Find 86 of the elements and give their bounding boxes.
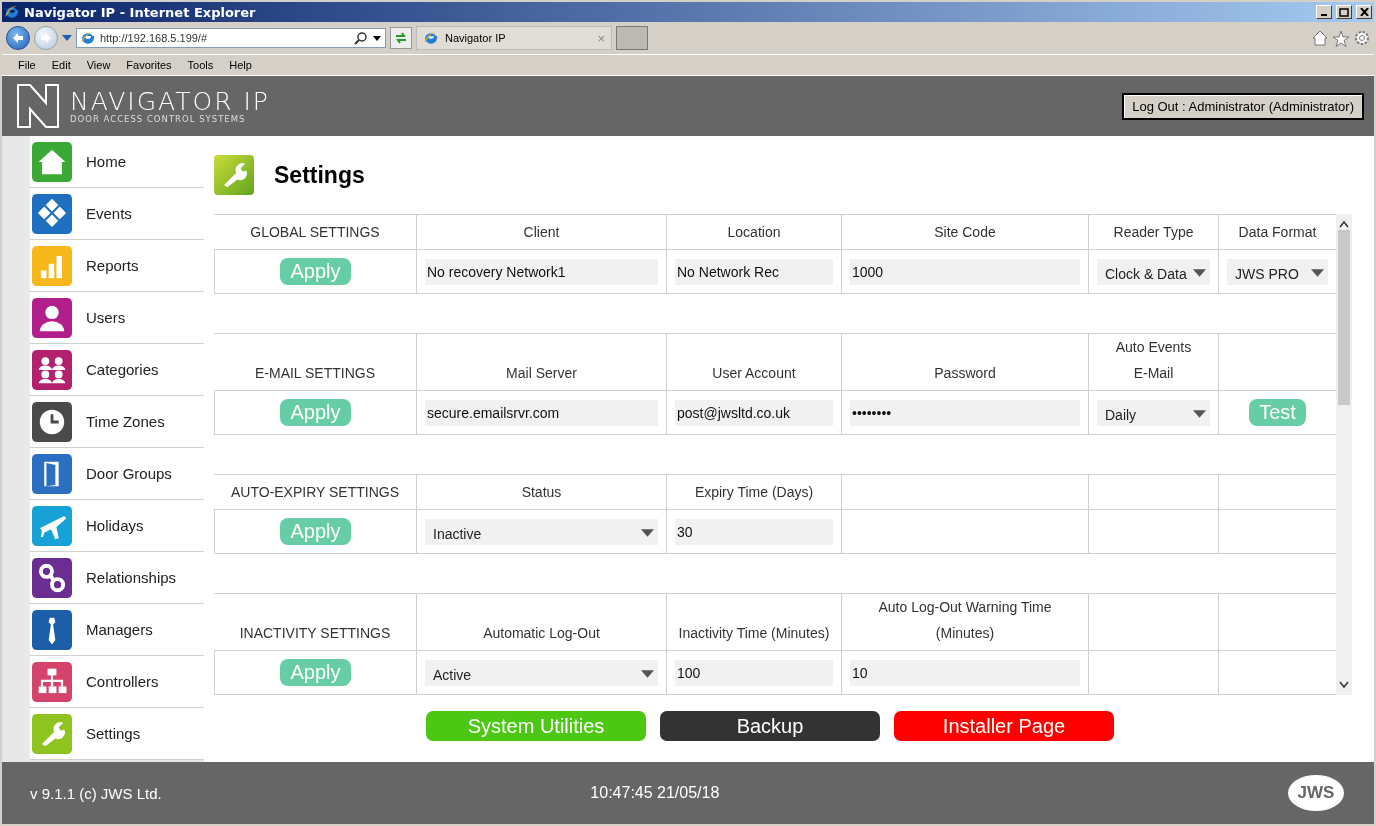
maximize-icon (1339, 7, 1349, 17)
sidebar-item[interactable]: Home (30, 136, 204, 188)
dropdown[interactable]: Active (425, 659, 658, 686)
ie-icon (423, 30, 439, 46)
section-heading: INACTIVITY SETTINGS (214, 593, 416, 650)
close-button[interactable] (1356, 5, 1372, 19)
footer-logo: JWS (1288, 775, 1344, 811)
sidebar-item[interactable]: Events (30, 188, 204, 240)
sidebar-item[interactable]: Controllers (30, 656, 204, 708)
version-text: v 9.1.1 (c) JWS Ltd. (30, 784, 162, 802)
menu-item[interactable]: Help (221, 59, 260, 71)
page-title: Settings (274, 161, 365, 189)
swap-arrows-icon (394, 31, 408, 45)
column-label: User Account (666, 333, 841, 390)
caret-icon (641, 669, 654, 678)
text-field[interactable]: 10 (850, 659, 1080, 686)
sidebar-item[interactable]: Categories (30, 344, 204, 396)
menu-item[interactable]: File (10, 59, 44, 71)
column-label: Reader Type (1088, 214, 1218, 249)
settings-icon[interactable] (1354, 30, 1370, 46)
column-label: Expiry Time (Days) (666, 474, 841, 509)
sidebar-item[interactable]: Holidays (30, 500, 204, 552)
menu-item[interactable]: Tools (179, 59, 222, 71)
dropdown[interactable]: Daily (1097, 399, 1210, 426)
browser-logo-icon (4, 4, 20, 20)
sidebar-item[interactable]: Reports (30, 240, 204, 292)
section-heading: GLOBAL SETTINGS (214, 214, 416, 249)
refresh-button[interactable] (390, 27, 412, 49)
wrench-icon (214, 155, 254, 195)
sidebar-item[interactable]: Managers (30, 604, 204, 656)
action-button[interactable]: Backup (660, 711, 880, 741)
search-icon[interactable] (354, 31, 368, 45)
caret-icon (641, 528, 654, 537)
menu-item[interactable]: Favorites (118, 59, 180, 71)
column-label: Password (841, 333, 1088, 390)
dropdown[interactable]: JWS PRO (1227, 258, 1328, 285)
text-field[interactable]: 1000 (850, 258, 1080, 285)
column-label: Location (666, 214, 841, 249)
menu-item[interactable]: View (78, 59, 119, 71)
caret-icon (1311, 268, 1324, 277)
text-field[interactable]: 30 (675, 518, 833, 545)
left-arrow-icon (12, 32, 24, 44)
logo-icon (16, 83, 60, 129)
logo-subtitle: DOOR ACCESS CONTROL SYSTEMS (70, 113, 247, 124)
section-heading: E-MAIL SETTINGS (214, 333, 416, 390)
sidebar-item[interactable]: Settings (30, 708, 204, 760)
sidebar-item[interactable]: Relationships (30, 552, 204, 604)
back-button[interactable] (6, 26, 30, 50)
home-icon[interactable] (1312, 30, 1328, 46)
dropdown[interactable]: Inactive (425, 518, 658, 545)
window-title: Navigator IP - Internet Explorer (24, 4, 257, 20)
column-label: Client (416, 214, 666, 249)
column-label: Inactivity Time (Minutes) (666, 593, 841, 650)
date-time: 10:47:45 21/05/18 (589, 784, 721, 802)
sidebar-item[interactable]: Time Zones (30, 396, 204, 448)
text-field[interactable]: No Network Rec (675, 258, 833, 285)
action-button[interactable]: Installer Page (894, 711, 1114, 741)
close-icon (1359, 8, 1369, 16)
column-label: Automatic Log-Out (416, 593, 666, 650)
text-field[interactable]: No recovery Network1 (425, 258, 658, 285)
maximize-button[interactable] (1336, 5, 1352, 19)
password-field[interactable]: •••••••• (850, 399, 1080, 426)
text-field[interactable]: secure.emailsrvr.com (425, 399, 658, 426)
column-label: Mail Server (416, 333, 666, 390)
browser-tab[interactable]: Navigator IP × (416, 26, 612, 50)
star-icon[interactable] (1332, 29, 1350, 47)
scrollbar[interactable] (1336, 214, 1352, 695)
column-label: Auto Log-Out Warning Time (Minutes) (841, 593, 1088, 650)
caret-icon (1193, 409, 1206, 418)
dropdown[interactable]: Clock & Data (1097, 258, 1210, 285)
sidebar-item[interactable]: Door Groups (30, 448, 204, 500)
column-label: Auto Events E-Mail (1088, 333, 1218, 390)
logo-title: NAVIGATOR IP (70, 88, 271, 114)
address-field[interactable]: http://192.168.5.199/# (76, 28, 386, 48)
right-arrow-icon (40, 32, 52, 44)
text-field[interactable]: post@jwsltd.co.uk (675, 399, 833, 426)
text-field[interactable]: 100 (675, 659, 833, 686)
sidebar-item[interactable]: Users (30, 292, 204, 344)
caret-icon (1193, 268, 1206, 277)
ie-icon (80, 30, 96, 46)
column-label: Site Code (841, 214, 1088, 249)
minimize-button[interactable] (1316, 5, 1332, 19)
logout-button[interactable]: Log Out : Administrator (Administrator) (1122, 92, 1364, 120)
section-heading: AUTO-EXPIRY SETTINGS (214, 474, 416, 509)
column-label: Status (416, 474, 666, 509)
menu-item[interactable]: Edit (43, 59, 79, 71)
